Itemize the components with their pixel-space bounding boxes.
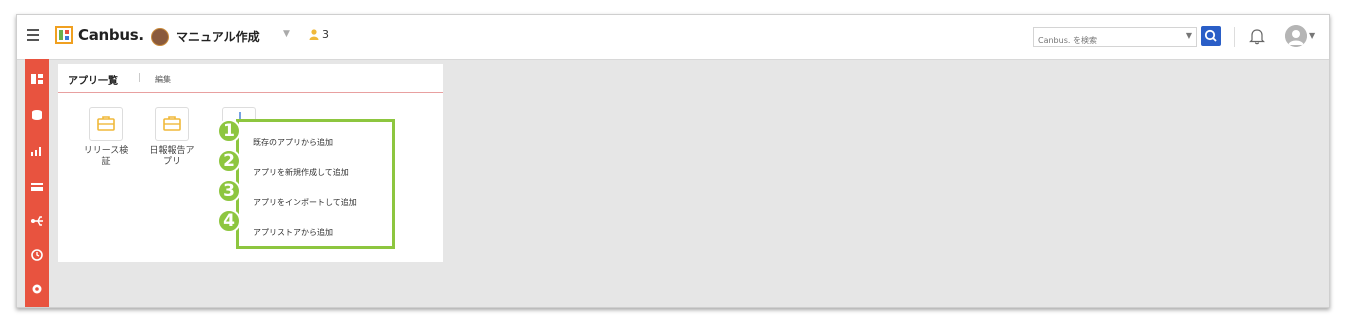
- menu-item-add-existing[interactable]: 既存のアプリから追加: [253, 137, 333, 148]
- member-count[interactable]: 3: [309, 28, 329, 41]
- add-app-menu: 既存のアプリから追加 アプリを新規作成して追加 アプリをインポートして追加 アプ…: [236, 119, 395, 249]
- user-icon: [309, 29, 319, 40]
- chevron-down-icon[interactable]: ▼: [1309, 31, 1315, 40]
- briefcase-icon: [97, 116, 115, 131]
- search-icon: [1204, 29, 1217, 42]
- edit-link[interactable]: 編集: [155, 74, 171, 85]
- notification-button[interactable]: [1249, 27, 1265, 45]
- search-button[interactable]: [1201, 26, 1221, 46]
- app-label[interactable]: リリース検 証: [76, 146, 136, 168]
- sidebar: [25, 59, 49, 307]
- divider: [1234, 27, 1235, 47]
- step-badge: 3: [217, 179, 241, 203]
- usb-icon[interactable]: [30, 215, 44, 227]
- app-logo[interactable]: Canbus.: [55, 25, 144, 45]
- gear-icon[interactable]: [30, 283, 44, 295]
- history-icon[interactable]: [30, 249, 44, 261]
- workspace-name[interactable]: マニュアル作成: [176, 28, 260, 45]
- bell-icon: [1249, 29, 1265, 45]
- step-badge: 1: [217, 119, 241, 143]
- app-window: Canbus. マニュアル作成 ▼ 3 ▼: [16, 14, 1330, 308]
- search-input[interactable]: [1034, 31, 1178, 50]
- search-field[interactable]: ▼: [1033, 27, 1197, 50]
- app-tile[interactable]: [89, 107, 123, 141]
- user-avatar[interactable]: [1285, 25, 1307, 47]
- chart-icon[interactable]: [30, 145, 44, 157]
- chevron-down-icon[interactable]: ▼: [1186, 31, 1192, 40]
- briefcase-icon: [163, 116, 181, 131]
- separator: |: [138, 73, 142, 83]
- app-tile[interactable]: [155, 107, 189, 141]
- app-label[interactable]: 日報報告ア プリ: [142, 146, 202, 168]
- menu-item-app-store[interactable]: アプリストアから追加: [253, 227, 333, 238]
- step-badge: 4: [217, 209, 241, 233]
- menu-item-create-new[interactable]: アプリを新規作成して追加: [253, 167, 349, 178]
- member-count-value: 3: [322, 28, 329, 41]
- canbus-logo-icon: [55, 26, 73, 44]
- menu-icon[interactable]: [27, 29, 39, 41]
- workspace-avatar-icon[interactable]: [151, 28, 169, 46]
- step-badge: 2: [217, 149, 241, 173]
- database-icon[interactable]: [30, 109, 44, 121]
- card-icon[interactable]: [30, 181, 44, 193]
- panel-title: アプリ一覧: [68, 76, 118, 87]
- top-bar: Canbus. マニュアル作成 ▼ 3 ▼: [17, 15, 1329, 60]
- chevron-down-icon[interactable]: ▼: [283, 29, 290, 39]
- panel-header: アプリ一覧 | 編集: [58, 64, 443, 93]
- app-name: Canbus.: [78, 26, 144, 44]
- menu-item-import[interactable]: アプリをインポートして追加: [253, 197, 357, 208]
- dashboard-icon[interactable]: [30, 73, 44, 85]
- avatar-icon: [1285, 25, 1307, 47]
